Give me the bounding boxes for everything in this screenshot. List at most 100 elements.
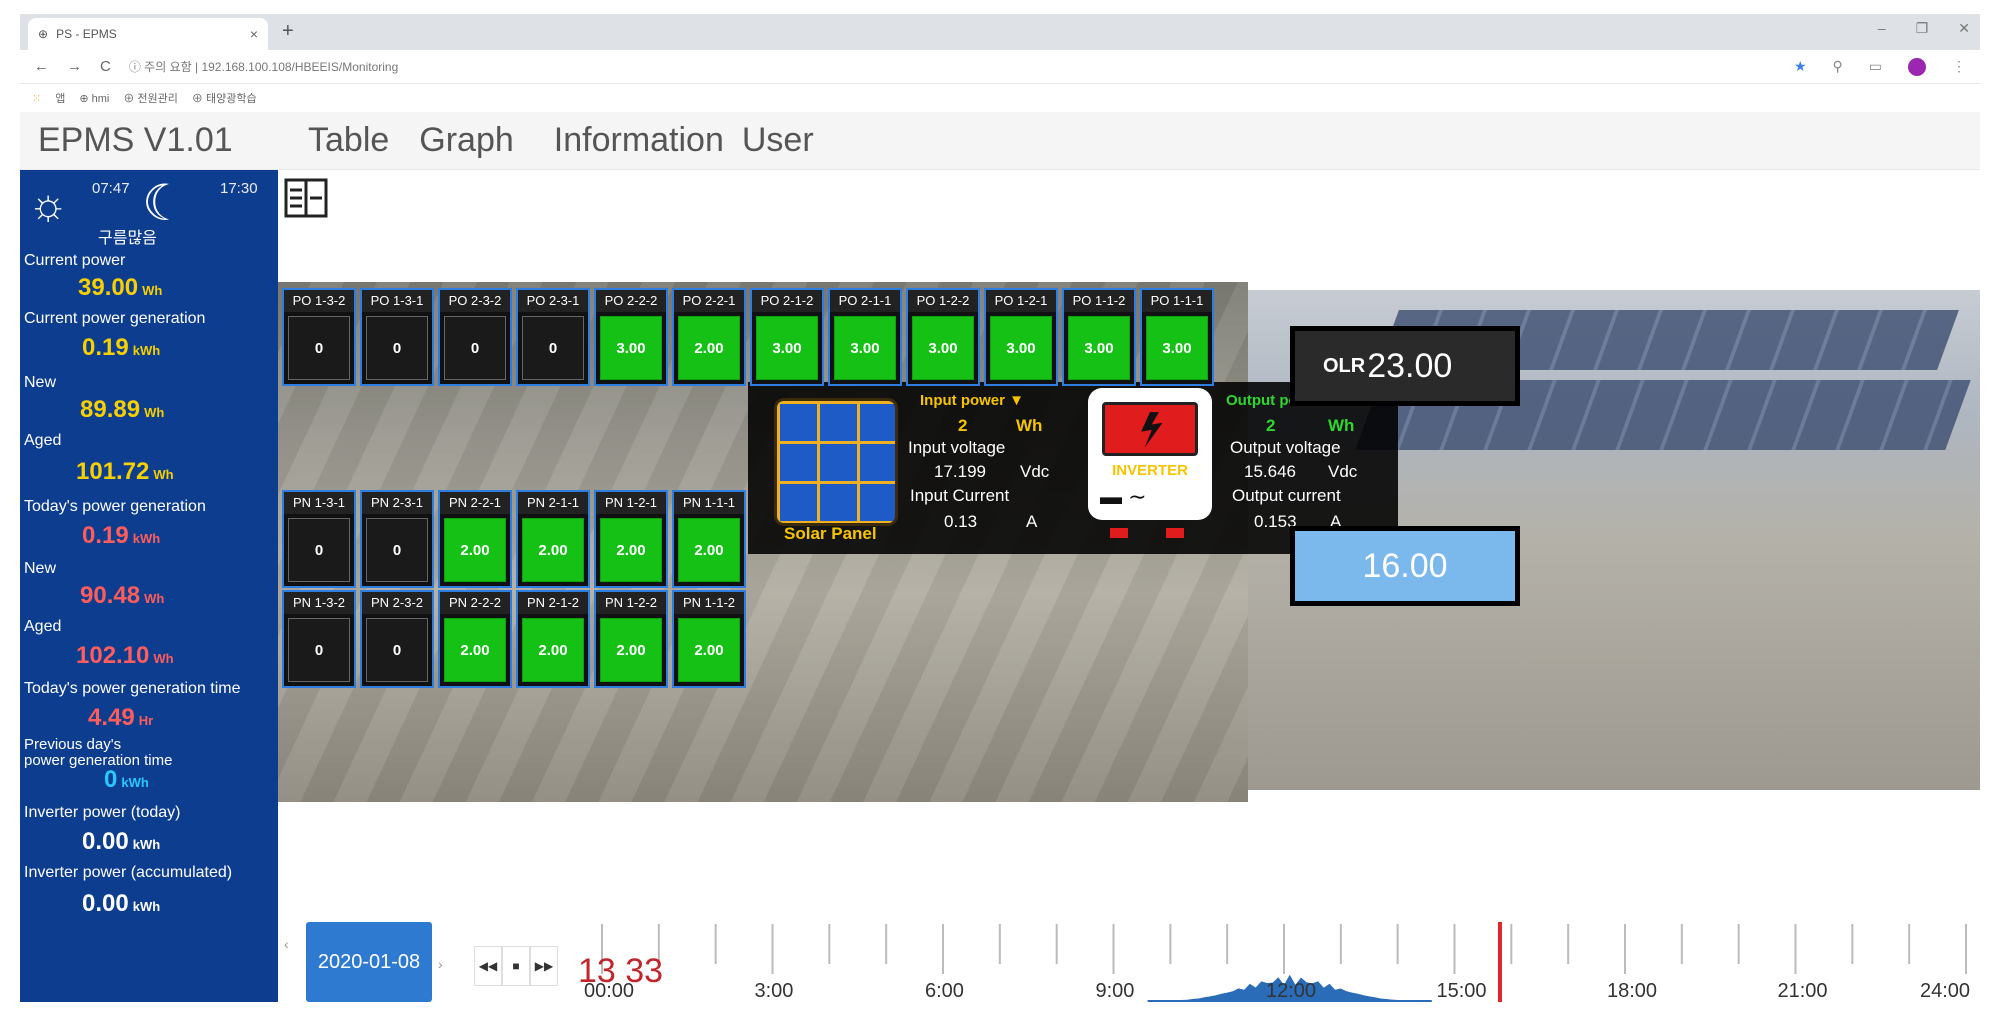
timeline-hour-label: 00:00 xyxy=(584,980,634,1003)
timeline-hour-label: 21:00 xyxy=(1778,980,1828,1003)
bookmark-star-icon[interactable]: ★ xyxy=(1794,58,1807,75)
panel-tile[interactable]: PO 2-2-12.00 xyxy=(672,288,746,386)
panel-tile[interactable]: PO 1-1-23.00 xyxy=(1062,288,1136,386)
solar-panel-icon xyxy=(774,398,898,526)
date-picker-button[interactable]: 2020-01-08 xyxy=(306,922,432,1002)
close-window-button[interactable]: ✕ xyxy=(1958,20,1970,37)
today-time-label: Today's power generation time xyxy=(24,680,241,698)
panel-tile[interactable]: PO 1-1-13.00 xyxy=(1140,288,1214,386)
inverter-today-value: 0.00kWh xyxy=(82,828,160,856)
panel-tile-value: 3.00 xyxy=(600,316,662,380)
browser-tab[interactable]: ⊕ PS - EPMS × xyxy=(28,18,268,50)
nav-information[interactable]: Information xyxy=(554,121,724,160)
panel-tile[interactable]: PN 2-1-22.00 xyxy=(516,590,590,688)
panel-tile[interactable]: PN 1-1-12.00 xyxy=(672,490,746,588)
panel-tile-value: 2.00 xyxy=(678,618,740,682)
prev-time-label-1: Previous day's xyxy=(24,736,121,753)
panel-tile[interactable]: PN 2-2-12.00 xyxy=(438,490,512,588)
app-navbar: EPMS V1.01 Table Graph Information User xyxy=(20,112,1980,170)
app-brand[interactable]: EPMS V1.01 xyxy=(38,121,308,160)
tab-close-icon[interactable]: × xyxy=(250,26,258,42)
panel-tile-value: 3.00 xyxy=(756,316,818,380)
panel-tile-label: PN 2-2-2 xyxy=(440,592,510,614)
panel-tile[interactable]: PO 2-1-13.00 xyxy=(828,288,902,386)
rewind-button[interactable]: ◀◀ xyxy=(474,946,502,986)
panel-tile[interactable]: PO 1-2-2 3.00 xyxy=(906,288,980,386)
tab-bar: ⊕ PS - EPMS × + – ❐ ✕ xyxy=(20,14,1980,50)
minimize-button[interactable]: – xyxy=(1878,20,1886,37)
menu-dots-icon[interactable]: ⋮ xyxy=(1952,58,1966,75)
address-bar: ← → C ⓘ 주의 요함 | 192.168.100.108/HBEEIS/M… xyxy=(20,50,1980,84)
inverter-today-label: Inverter power (today) xyxy=(24,804,181,822)
panel-tile[interactable]: PN 2-2-22.00 xyxy=(438,590,512,688)
new-tab-button[interactable]: + xyxy=(282,20,294,43)
panel-tile[interactable]: PN 1-3-10 xyxy=(282,490,356,588)
panel-tile[interactable]: PN 1-2-12.00 xyxy=(594,490,668,588)
timeline-bar: ‹ 2020-01-08 › ◀◀ ■ ▶▶ 13 33 00:003:006:… xyxy=(278,922,1980,1002)
panel-tile[interactable]: PN 2-3-10 xyxy=(360,490,434,588)
aged-value-1: 101.72Wh xyxy=(76,458,174,486)
panel-tile-value: 3.00 xyxy=(912,316,974,380)
panel-tile[interactable]: PN 1-3-20 xyxy=(282,590,356,688)
panel-tile-value: 3.00 xyxy=(1068,316,1130,380)
apps-grid-icon[interactable]: ⁙ xyxy=(32,92,41,105)
panel-tile-label: PO 2-1-2 xyxy=(752,290,822,312)
main-content: Solar Panel Input power ▼ 2 Wh Input vol… xyxy=(278,170,1980,1002)
avatar[interactable] xyxy=(1908,58,1926,76)
aged-label-1: Aged xyxy=(24,432,61,450)
panel-tile-value: 0 xyxy=(366,618,428,682)
panel-tile-label: PO 1-2-2 xyxy=(908,290,978,312)
input-current-value: 0.13 xyxy=(944,512,977,532)
output-power-unit: Wh xyxy=(1328,416,1354,436)
panel-tile-label: PO 2-2-2 xyxy=(596,290,666,312)
olr-prefix: OLR xyxy=(1323,355,1365,378)
panel-tile-label: PO 2-3-1 xyxy=(518,290,588,312)
bookmark-item[interactable]: ⊕ hmi xyxy=(79,92,109,105)
stop-button[interactable]: ■ xyxy=(502,946,530,986)
panel-tile[interactable]: PN 2-3-20 xyxy=(360,590,434,688)
panel-tile[interactable]: PO 2-1-2 3.00 xyxy=(750,288,824,386)
inverter-accumulated-value: 0.00kWh xyxy=(82,890,160,918)
timeline-hour-label: 18:00 xyxy=(1607,980,1657,1003)
panel-tile[interactable]: PO 1-3-20 xyxy=(282,288,356,386)
panel-tile-value: 2.00 xyxy=(678,316,740,380)
new-label-1: New xyxy=(24,374,56,392)
date-next-button[interactable]: › xyxy=(438,956,443,972)
panel-tile-value: 3.00 xyxy=(834,316,896,380)
back-button[interactable]: ← xyxy=(34,58,49,75)
timeline-hour-label: 12:00 xyxy=(1266,980,1316,1003)
today-time-value: 4.49Hr xyxy=(88,704,153,732)
date-prev-button[interactable]: ‹ xyxy=(284,936,289,952)
panel-tile[interactable]: PO 1-2-13.00 xyxy=(984,288,1058,386)
nav-user[interactable]: User xyxy=(742,121,814,160)
panel-tile[interactable]: PN 2-1-12.00 xyxy=(516,490,590,588)
panel-tile-label: PN 1-1-1 xyxy=(674,492,744,514)
panel-tile-label: PO 1-3-2 xyxy=(284,290,354,312)
panel-tile[interactable]: PO 2-2-2 3.00 xyxy=(594,288,668,386)
panel-tile-label: PN 2-1-2 xyxy=(518,592,588,614)
reload-button[interactable]: C xyxy=(100,58,111,75)
cast-icon[interactable]: ▭ xyxy=(1869,58,1882,75)
bookmark-item[interactable]: 앱 xyxy=(55,90,65,106)
panel-tile[interactable]: PO 2-3-10 xyxy=(516,288,590,386)
extension-icon[interactable]: ⚲ xyxy=(1833,58,1843,75)
bookmark-item[interactable]: ⊕ 전원관리 xyxy=(123,90,178,106)
panel-tile[interactable]: PN 1-2-22.00 xyxy=(594,590,668,688)
panel-tile[interactable]: PO 1-3-10 xyxy=(360,288,434,386)
blue-value-box: 16.00 xyxy=(1290,526,1520,606)
bookmarks-bar: ⁙ 앱 ⊕ hmi ⊕ 전원관리 ⊕ 태양광학습 xyxy=(20,84,1980,112)
timeline-hour-label: 6:00 xyxy=(925,980,964,1003)
panel-tile[interactable]: PN 1-1-22.00 xyxy=(672,590,746,688)
panel-tile[interactable]: PO 2-3-20 xyxy=(438,288,512,386)
input-current-unit: A xyxy=(1026,512,1037,532)
url-field[interactable]: ⓘ 주의 요함 | 192.168.100.108/HBEEIS/Monitor… xyxy=(129,58,398,75)
nav-table[interactable]: Table xyxy=(308,121,389,160)
layout-toggle-icon[interactable] xyxy=(284,178,328,218)
bookmark-item[interactable]: ⊕ 태양광학습 xyxy=(192,90,257,106)
maximize-button[interactable]: ❐ xyxy=(1916,20,1929,37)
timeline-hour-label: 15:00 xyxy=(1437,980,1487,1003)
output-current-label: Output current xyxy=(1232,486,1341,506)
prev-time-value: 0kWh xyxy=(104,766,149,794)
nav-graph[interactable]: Graph xyxy=(419,121,514,160)
forward-button[interactable]: → xyxy=(67,58,82,75)
